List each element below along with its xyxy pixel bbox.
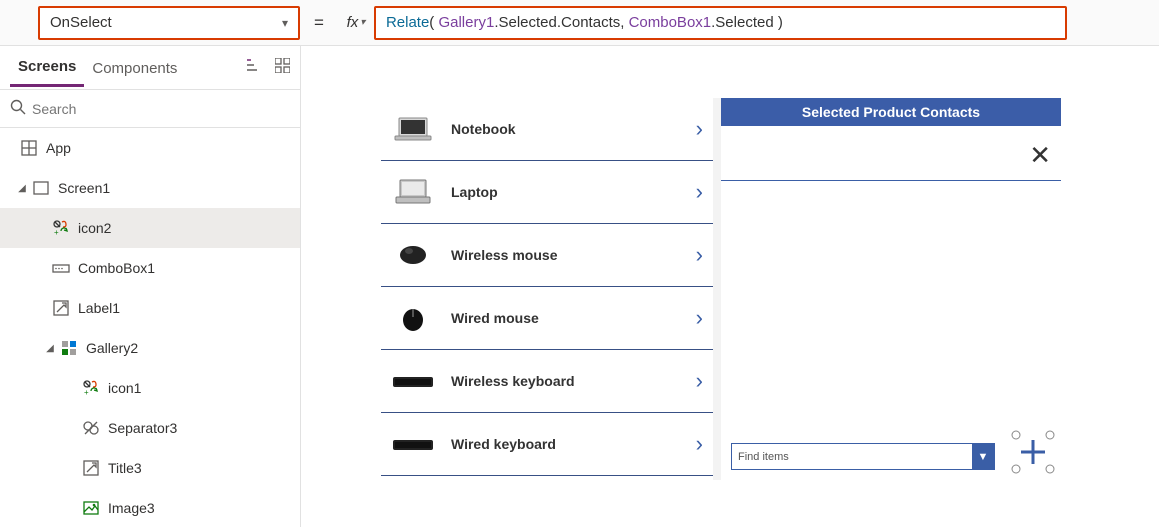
chevron-right-icon: › — [696, 431, 703, 457]
tree-node-icon1[interactable]: + icon1 — [0, 368, 300, 408]
svg-text:+: + — [84, 388, 89, 396]
tree-node-title3[interactable]: Title3 — [0, 448, 300, 488]
find-items-combobox[interactable]: Find items ▼ — [731, 443, 995, 470]
product-label: Wireless keyboard — [451, 373, 575, 389]
tree-scroll[interactable]: App ◢ Screen1 + icon2 ComboBox1 Label1 ◢… — [0, 128, 300, 527]
chevron-right-icon: › — [696, 305, 703, 331]
tree-node-label1[interactable]: Label1 — [0, 288, 300, 328]
search-icon — [10, 99, 26, 119]
product-thumb — [391, 429, 435, 459]
formula-input[interactable]: Relate( Gallery1.Selected.Contacts, Comb… — [374, 6, 1067, 40]
tree-label: Title3 — [108, 460, 142, 476]
contacts-header: Selected Product Contacts — [721, 98, 1061, 126]
contacts-panel: Selected Product Contacts ✕ Find items ▼ — [721, 98, 1061, 480]
label-icon — [80, 460, 102, 476]
search-row — [0, 90, 300, 128]
product-thumb — [391, 177, 435, 207]
formula-token: Gallery1 — [438, 14, 494, 31]
tree-label: icon2 — [78, 220, 111, 236]
gallery-row[interactable]: Wired mouse › — [381, 287, 713, 350]
fx-label[interactable]: fx▾ — [338, 14, 374, 31]
gallery-row[interactable]: Laptop › — [381, 161, 713, 224]
divider — [721, 180, 1061, 181]
tree-label: Separator3 — [108, 420, 177, 436]
add-icon-selected[interactable] — [1011, 430, 1055, 474]
chevron-down-icon: ▼ — [972, 444, 994, 469]
product-label: Notebook — [451, 121, 516, 137]
tab-components[interactable]: Components — [84, 50, 185, 86]
product-label: Wired mouse — [451, 310, 539, 326]
close-icon[interactable]: ✕ — [1029, 140, 1051, 171]
product-label: Wired keyboard — [451, 436, 556, 452]
chevron-right-icon: › — [696, 179, 703, 205]
icon-control-icon: + — [50, 220, 72, 236]
gallery-row[interactable]: Notebook › — [381, 98, 713, 161]
chevron-down-icon: ▾ — [360, 17, 365, 28]
gallery-row[interactable]: Wireless mouse › — [381, 224, 713, 287]
tab-screens[interactable]: Screens — [10, 48, 84, 87]
chevron-right-icon: › — [696, 116, 703, 142]
formula-bar: OnSelect ▾ = fx▾ Relate( Gallery1.Select… — [0, 0, 1159, 46]
tree-label: App — [46, 140, 71, 156]
tree-node-image3[interactable]: Image3 — [0, 488, 300, 527]
formula-token: .Selected.Contacts, — [494, 14, 628, 31]
tree-label: Gallery2 — [86, 340, 138, 356]
product-label: Wireless mouse — [451, 247, 557, 263]
tree-tabs: Screens Components — [0, 46, 300, 90]
product-thumb — [391, 240, 435, 270]
tree-panel: Screens Components App ◢ Screen1 + icon2… — [0, 46, 301, 527]
label-icon — [50, 300, 72, 316]
screen-icon — [30, 181, 52, 195]
combobox-icon — [50, 261, 72, 275]
formula-token: .Selected ) — [711, 14, 783, 31]
chevron-right-icon: › — [696, 368, 703, 394]
fx-wrap: fx▾ Relate( Gallery1.Selected.Contacts, … — [338, 6, 1159, 40]
caret-icon: ◢ — [42, 343, 58, 354]
product-thumb — [391, 366, 435, 396]
tree-label: icon1 — [108, 380, 141, 396]
app-icon — [18, 140, 40, 156]
search-input[interactable] — [32, 101, 290, 117]
property-selector[interactable]: OnSelect ▾ — [38, 6, 300, 40]
product-label: Laptop — [451, 184, 498, 200]
product-thumb — [391, 114, 435, 144]
product-thumb — [391, 303, 435, 333]
chevron-down-icon: ▾ — [282, 16, 288, 30]
tree-node-icon2[interactable]: + icon2 — [0, 208, 300, 248]
separator-icon — [80, 420, 102, 436]
gallery-row[interactable]: Wired keyboard › — [381, 413, 713, 476]
tree-node-separator3[interactable]: Separator3 — [0, 408, 300, 448]
tree-label: Screen1 — [58, 180, 110, 196]
tree-label: Label1 — [78, 300, 120, 316]
tree-node-app[interactable]: App — [0, 128, 300, 168]
canvas: Notebook›Laptop›Wireless mouse›Wired mou… — [301, 46, 1159, 527]
tree-node-screen1[interactable]: ◢ Screen1 — [0, 168, 300, 208]
chevron-right-icon: › — [696, 242, 703, 268]
grid-icon[interactable] — [275, 58, 290, 78]
list-icon[interactable] — [247, 58, 263, 77]
formula-token: ComboBox1 — [629, 14, 712, 31]
tree-label: Image3 — [108, 500, 155, 516]
gallery-row[interactable]: Wireless keyboard › — [381, 350, 713, 413]
equals-sign: = — [314, 13, 324, 33]
combo-placeholder: Find items — [738, 451, 789, 463]
product-gallery[interactable]: Notebook›Laptop›Wireless mouse›Wired mou… — [381, 98, 713, 480]
tree-node-gallery2[interactable]: ◢ Gallery2 — [0, 328, 300, 368]
tree-node-combobox1[interactable]: ComboBox1 — [0, 248, 300, 288]
icon-control-icon: + — [80, 380, 102, 396]
formula-token: Relate — [386, 14, 429, 31]
gallery-icon — [58, 340, 80, 356]
formula-token: ( — [429, 14, 438, 31]
stage: Notebook›Laptop›Wireless mouse›Wired mou… — [381, 98, 1061, 480]
image-icon — [80, 501, 102, 515]
tree-label: ComboBox1 — [78, 260, 155, 276]
svg-text:+: + — [54, 228, 59, 236]
property-value: OnSelect — [50, 14, 112, 31]
caret-icon: ◢ — [14, 183, 30, 194]
